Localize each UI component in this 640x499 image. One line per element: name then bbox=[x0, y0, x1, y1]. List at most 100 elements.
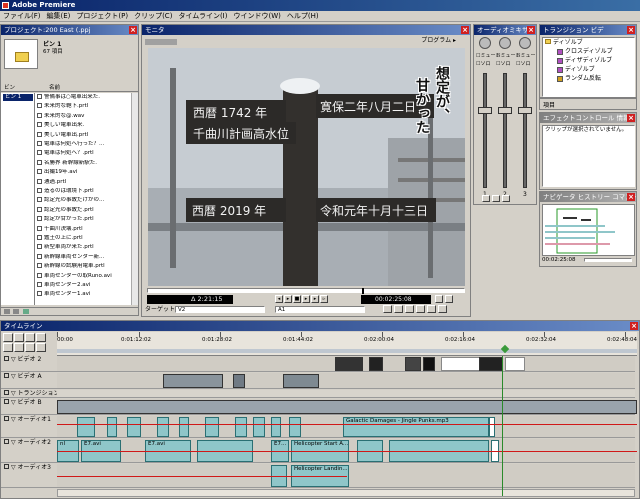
close-icon[interactable]: × bbox=[630, 322, 638, 330]
video-clip[interactable] bbox=[405, 357, 421, 371]
expand-triangle-icon[interactable]: ▽ bbox=[11, 416, 16, 423]
expand-triangle-icon[interactable]: ▽ bbox=[11, 439, 16, 446]
extract-icon[interactable] bbox=[394, 305, 403, 313]
mark-in-icon[interactable] bbox=[435, 295, 443, 303]
stop-icon[interactable]: ■ bbox=[293, 295, 301, 303]
audio-clip[interactable] bbox=[157, 417, 169, 437]
play-icon[interactable]: ▸ bbox=[284, 295, 292, 303]
clip-list-item[interactable]: 美しい電車出.prtl bbox=[37, 131, 132, 139]
menu-timeline[interactable]: タイムライン(I) bbox=[178, 11, 227, 21]
transition-item[interactable]: ディゾルブ bbox=[557, 66, 595, 74]
solo-checkbox[interactable]: ☐ソロ bbox=[476, 60, 491, 67]
frame-icon[interactable]: ▹ bbox=[320, 295, 328, 303]
lift-icon[interactable] bbox=[383, 305, 392, 313]
expand-triangle-icon[interactable]: ▽ bbox=[11, 390, 16, 397]
clip-list-item[interactable]: 電車は何処へ？.prtl bbox=[37, 150, 132, 157]
menu-help[interactable]: ヘルプ(H) bbox=[287, 11, 319, 21]
bin-item[interactable]: ビン 1 bbox=[3, 94, 33, 101]
video-clip[interactable] bbox=[283, 374, 319, 388]
list-view-icon[interactable] bbox=[4, 309, 10, 314]
timeline-scrollbar[interactable] bbox=[57, 489, 635, 497]
navigator-preview[interactable] bbox=[542, 204, 635, 256]
solo-checkbox[interactable]: ☐ソロ bbox=[516, 60, 531, 67]
range-tool-icon[interactable] bbox=[14, 333, 24, 342]
close-icon[interactable]: × bbox=[627, 26, 635, 34]
pan-knob[interactable] bbox=[519, 37, 531, 49]
clip-list-item[interactable]: 未来的な@.wav bbox=[37, 112, 132, 120]
solo-checkbox[interactable]: ☐ソロ bbox=[496, 60, 511, 67]
insert-icon[interactable] bbox=[405, 305, 414, 313]
time-ruler[interactable]: 00:00 0:01:12:02 0:01:28:02 0:01:44:02 0:02:… bbox=[57, 332, 637, 356]
eye-icon[interactable] bbox=[4, 356, 9, 361]
audio-clip[interactable] bbox=[77, 417, 95, 437]
menu-clip[interactable]: クリップ(C) bbox=[134, 11, 172, 21]
mixer-play-icon[interactable] bbox=[482, 195, 490, 202]
volume-rubberband[interactable] bbox=[57, 424, 637, 425]
hand-tool-icon[interactable] bbox=[3, 343, 13, 352]
link-tool-icon[interactable] bbox=[36, 343, 46, 352]
track-a1[interactable]: Galactic Damages - Jingle Punks.mp3 bbox=[57, 416, 635, 438]
clip-list-item[interactable]: 造るのは環境下.prtl bbox=[37, 188, 132, 195]
clip-list-item[interactable]: 認定光の事故だ.prtl bbox=[37, 206, 132, 214]
volume-rubberband[interactable] bbox=[57, 476, 347, 477]
col-bin[interactable]: ビン bbox=[4, 85, 15, 92]
expand-triangle-icon[interactable]: ▽ bbox=[11, 356, 16, 363]
clip-list-item[interactable]: 警備事は○電車出来た. bbox=[37, 94, 132, 101]
audio-clip[interactable]: Galactic Damages - Jingle Punks.mp3 bbox=[343, 417, 489, 437]
audio-clip[interactable] bbox=[127, 417, 141, 437]
track-header-trans[interactable]: ▽ トランジション bbox=[1, 390, 60, 398]
audio-clip[interactable] bbox=[253, 417, 265, 437]
select-tool-icon[interactable] bbox=[3, 333, 13, 342]
audio-clip[interactable] bbox=[179, 417, 189, 437]
track-v2[interactable] bbox=[57, 356, 635, 372]
track-header-vb[interactable]: ▽ ビデオ B bbox=[1, 399, 57, 415]
export-frame-icon[interactable] bbox=[427, 305, 436, 313]
menu-file[interactable]: ファイル(F) bbox=[3, 11, 41, 21]
tab-transitions[interactable]: トランジション bbox=[543, 26, 589, 34]
transition-item[interactable]: クロスディゾルブ bbox=[557, 48, 613, 56]
clip-list-item[interactable]: 名勝界 新幹線新駅た. bbox=[37, 159, 132, 167]
new-bin-icon[interactable] bbox=[23, 309, 29, 314]
clip-list-item[interactable]: 新幹線の試験用電車.prtl bbox=[37, 263, 132, 270]
mute-checkbox[interactable]: ☐ミュート bbox=[516, 52, 536, 59]
expand-triangle-icon[interactable]: ▽ bbox=[11, 464, 16, 471]
track-header-va[interactable]: ▽ ビデオ A bbox=[1, 373, 57, 389]
clip-list-item[interactable]: 車両センターの取Runo.avi bbox=[37, 272, 132, 280]
close-icon[interactable]: × bbox=[627, 193, 635, 201]
rolling-edit-icon[interactable] bbox=[25, 333, 35, 342]
track-header-a3[interactable]: ▽ オーディオ3 bbox=[1, 464, 57, 488]
overlay-icon[interactable] bbox=[416, 305, 425, 313]
step-forward-icon[interactable]: ▸ bbox=[311, 295, 319, 303]
audio-clip[interactable] bbox=[289, 417, 301, 437]
video-clip[interactable] bbox=[369, 357, 383, 371]
close-icon[interactable]: × bbox=[461, 26, 469, 34]
target-video-select[interactable]: V2 bbox=[175, 306, 265, 313]
track-vb[interactable] bbox=[57, 399, 637, 415]
zoom-tool-icon[interactable] bbox=[14, 343, 24, 352]
track-header-v2[interactable]: ▽ ビデオ 2 bbox=[1, 356, 57, 372]
volume-fader-track[interactable] bbox=[503, 73, 507, 188]
col-name[interactable]: 名前 bbox=[49, 85, 60, 92]
tab-history[interactable]: ヒストリー bbox=[578, 193, 611, 201]
clip-list-item[interactable]: 新型車両が来た.prtl bbox=[37, 244, 132, 251]
target-audio-select[interactable]: A1 bbox=[275, 306, 365, 313]
clip-list-item[interactable]: 電車は何処へ行った？... bbox=[37, 141, 132, 148]
close-icon[interactable]: × bbox=[527, 26, 535, 34]
step-back-icon[interactable]: ◂ bbox=[275, 295, 283, 303]
mixer-stop-icon[interactable] bbox=[492, 195, 500, 202]
clip-list-item[interactable]: 新幹線車両センター新... bbox=[37, 253, 132, 261]
project-scrollbar[interactable] bbox=[131, 93, 138, 305]
menu-window[interactable]: ウインドウ(W) bbox=[233, 11, 280, 21]
volume-rubberband[interactable] bbox=[57, 451, 637, 452]
clip-list-item[interactable]: 車両センター2.avi bbox=[37, 282, 132, 289]
cross-fade-icon[interactable] bbox=[25, 343, 35, 352]
scrub-bar[interactable] bbox=[147, 288, 465, 294]
clip-list-item[interactable]: 認定光の事故だけかの... bbox=[37, 197, 132, 204]
audio-clip[interactable] bbox=[271, 417, 281, 437]
clip-list-item[interactable]: 車両センター1.avi bbox=[37, 291, 132, 298]
video-clip[interactable] bbox=[57, 400, 637, 414]
tab-effect-controls[interactable]: エフェクトコントロール bbox=[543, 114, 615, 122]
zoom-slider[interactable] bbox=[584, 258, 632, 262]
transition-item[interactable]: ランダム反転 bbox=[557, 75, 601, 83]
video-clip[interactable] bbox=[479, 357, 503, 371]
